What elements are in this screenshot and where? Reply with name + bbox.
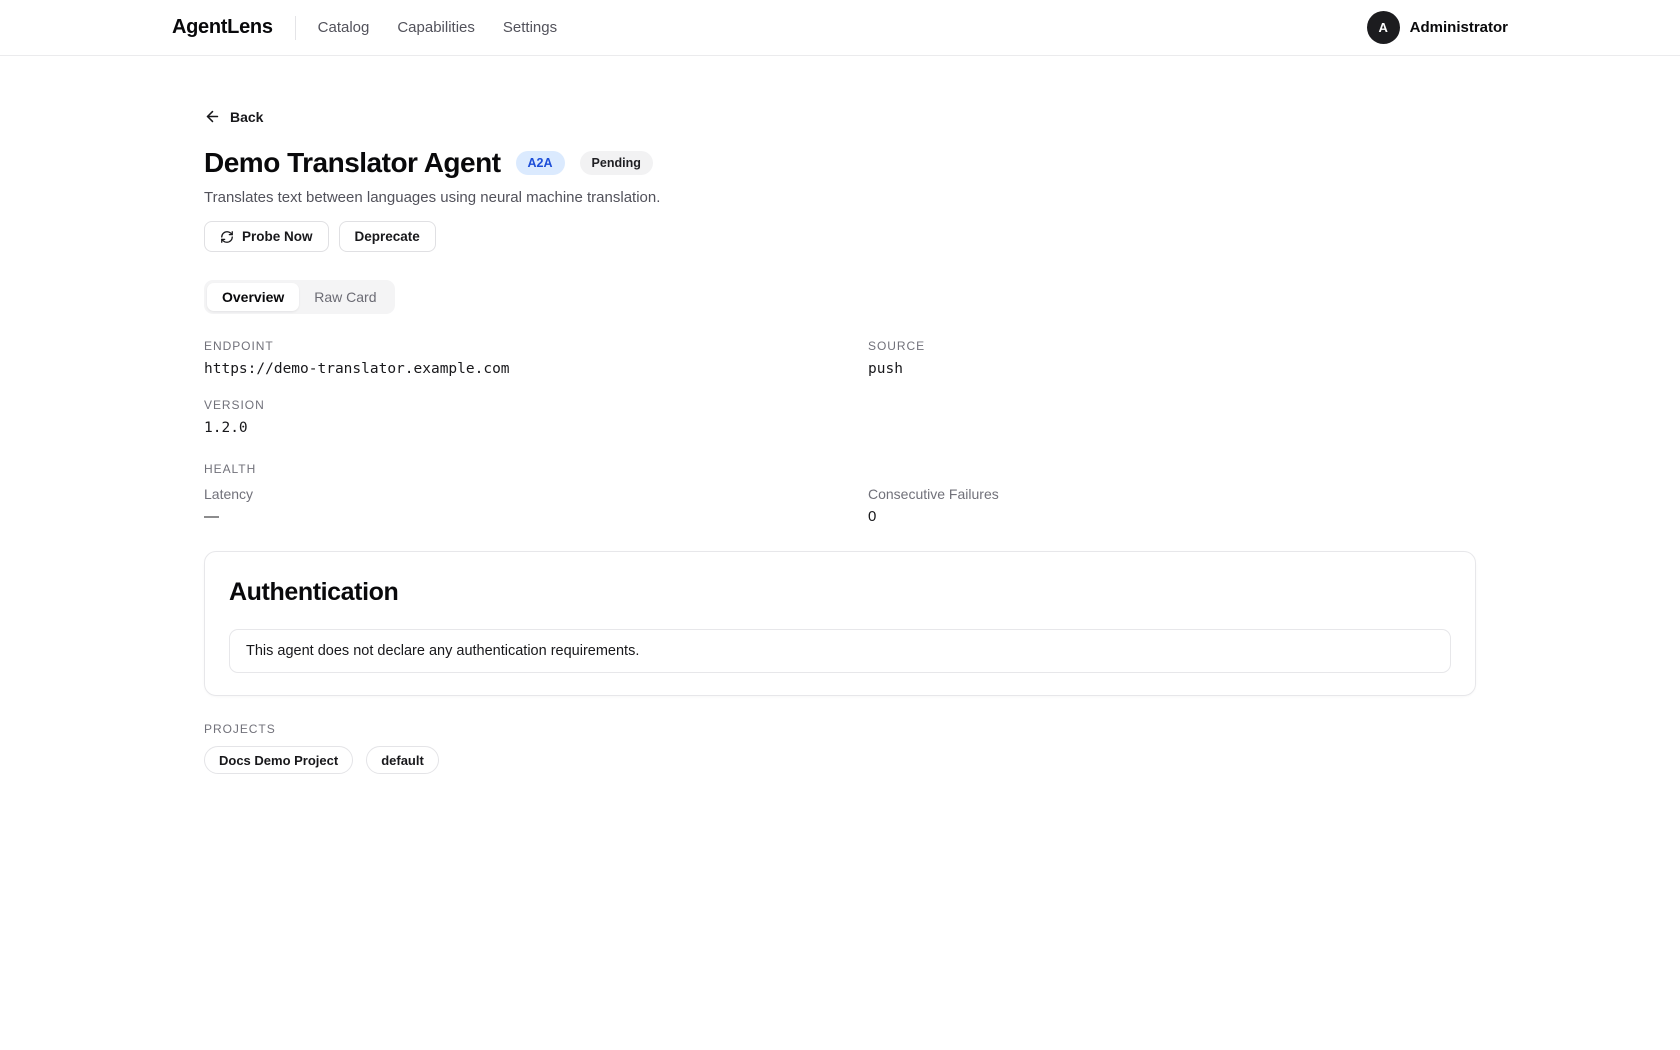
authentication-title: Authentication bbox=[229, 578, 1451, 607]
arrow-left-icon bbox=[204, 108, 221, 125]
source-label: Source bbox=[868, 339, 1476, 353]
header-left: AgentLens Catalog Capabilities Settings bbox=[172, 16, 557, 40]
source-value: push bbox=[868, 361, 1476, 377]
field-spacer bbox=[868, 398, 1476, 436]
header-divider bbox=[295, 16, 296, 40]
consecutive-failures-label: Consecutive Failures bbox=[868, 486, 1476, 502]
metric-latency: Latency — bbox=[204, 486, 812, 525]
refresh-icon bbox=[220, 230, 234, 244]
version-value: 1.2.0 bbox=[204, 420, 812, 436]
deprecate-label: Deprecate bbox=[355, 229, 420, 244]
app-logo[interactable]: AgentLens bbox=[172, 16, 273, 39]
page-title: Demo Translator Agent bbox=[204, 147, 501, 179]
version-label: Version bbox=[204, 398, 812, 412]
user-name: Administrator bbox=[1410, 19, 1508, 36]
agent-description: Translates text between languages using … bbox=[204, 189, 1476, 206]
endpoint-label: Endpoint bbox=[204, 339, 812, 353]
project-chips: Docs Demo Project default bbox=[204, 746, 1476, 774]
main-nav: Catalog Capabilities Settings bbox=[318, 19, 557, 36]
tablist: Overview Raw Card bbox=[204, 280, 395, 314]
field-endpoint: Endpoint https://demo-translator.example… bbox=[204, 339, 812, 377]
health-grid: Latency — Consecutive Failures 0 bbox=[204, 486, 1476, 525]
probe-now-button[interactable]: Probe Now bbox=[204, 221, 329, 252]
projects-label: Projects bbox=[204, 722, 1476, 736]
health-label: Health bbox=[204, 462, 1476, 476]
consecutive-failures-value: 0 bbox=[868, 508, 1476, 525]
back-label: Back bbox=[230, 109, 263, 125]
metric-consecutive-failures: Consecutive Failures 0 bbox=[868, 486, 1476, 525]
projects-section: Projects Docs Demo Project default bbox=[204, 722, 1476, 774]
tab-raw-card[interactable]: Raw Card bbox=[299, 283, 391, 311]
health-section: Health Latency — Consecutive Failures 0 bbox=[204, 462, 1476, 525]
endpoint-value: https://demo-translator.example.com bbox=[204, 361, 812, 377]
deprecate-button[interactable]: Deprecate bbox=[339, 221, 436, 252]
avatar: A bbox=[1367, 11, 1400, 44]
latency-label: Latency bbox=[204, 486, 812, 502]
field-grid: Endpoint https://demo-translator.example… bbox=[204, 339, 1476, 436]
authentication-empty-state: This agent does not declare any authenti… bbox=[229, 629, 1451, 673]
user-menu[interactable]: A Administrator bbox=[1367, 11, 1508, 44]
tab-overview[interactable]: Overview bbox=[207, 283, 299, 311]
nav-link-capabilities[interactable]: Capabilities bbox=[397, 19, 475, 36]
project-chip[interactable]: Docs Demo Project bbox=[204, 746, 353, 774]
action-buttons: Probe Now Deprecate bbox=[204, 221, 1476, 252]
agent-detail-page: Back Demo Translator Agent A2A Pending T… bbox=[204, 56, 1476, 834]
field-source: Source push bbox=[868, 339, 1476, 377]
back-link[interactable]: Back bbox=[204, 108, 263, 125]
app-header: AgentLens Catalog Capabilities Settings … bbox=[0, 0, 1680, 56]
authentication-card: Authentication This agent does not decla… bbox=[204, 551, 1476, 696]
project-chip[interactable]: default bbox=[366, 746, 439, 774]
protocol-badge: A2A bbox=[516, 151, 565, 175]
nav-link-catalog[interactable]: Catalog bbox=[318, 19, 370, 36]
field-version: Version 1.2.0 bbox=[204, 398, 812, 436]
status-badge: Pending bbox=[580, 151, 653, 175]
title-row: Demo Translator Agent A2A Pending bbox=[204, 147, 1476, 179]
probe-now-label: Probe Now bbox=[242, 229, 313, 244]
nav-link-settings[interactable]: Settings bbox=[503, 19, 557, 36]
latency-value: — bbox=[204, 508, 812, 525]
